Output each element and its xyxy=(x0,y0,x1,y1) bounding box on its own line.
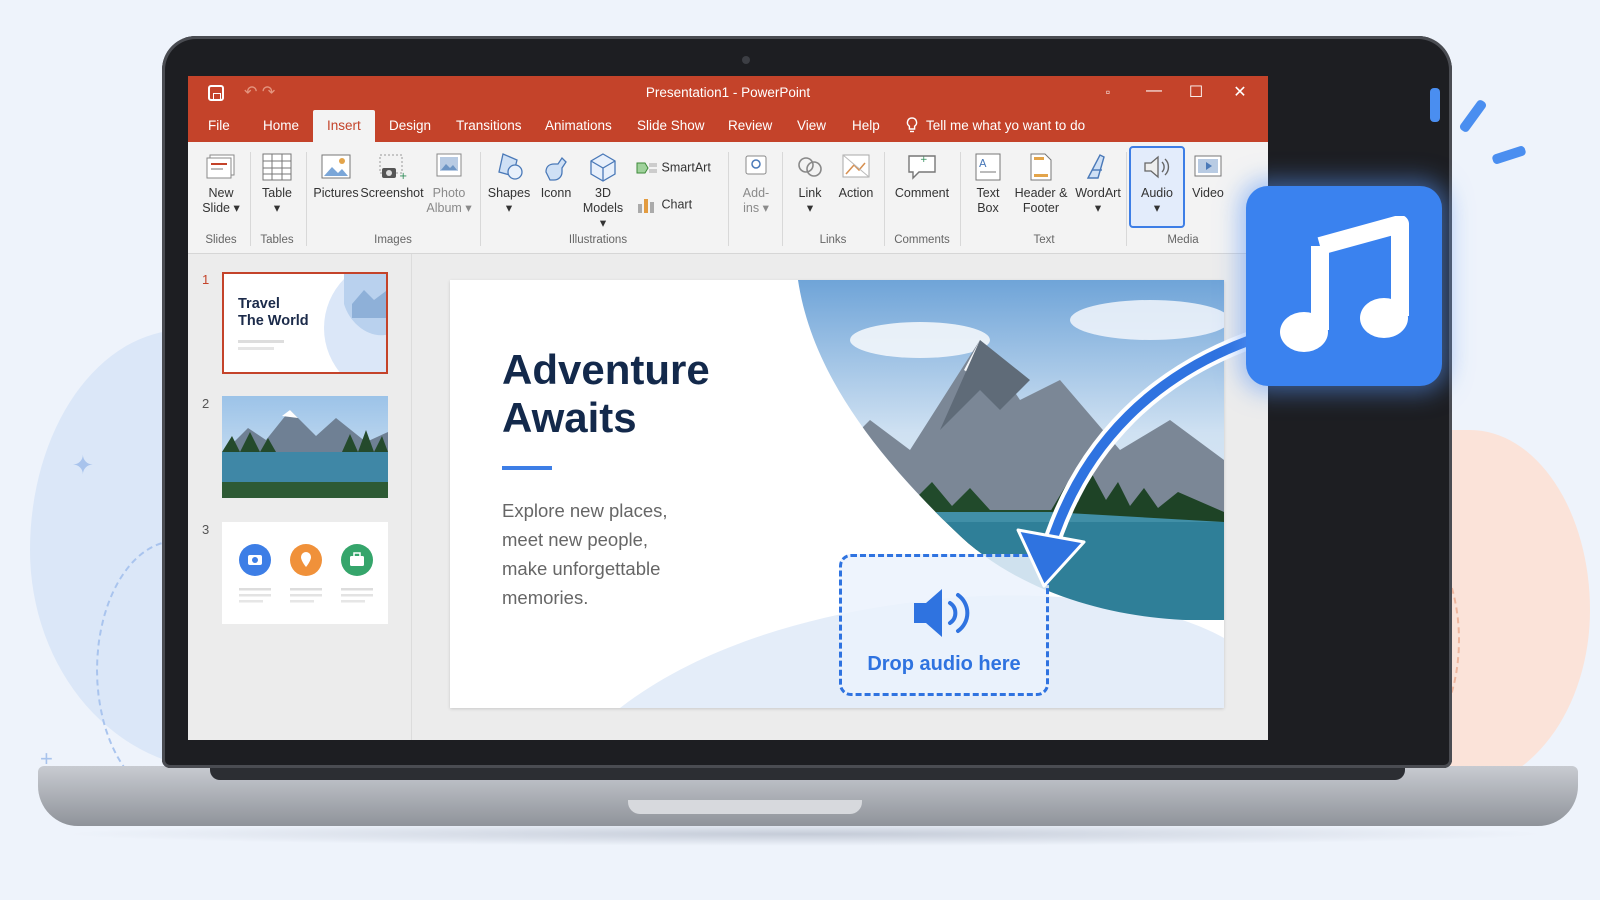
music-file-tile[interactable] xyxy=(1246,186,1442,386)
music-note-icon xyxy=(1280,216,1409,352)
drag-arrow xyxy=(1016,327,1271,588)
burst-line xyxy=(1430,88,1440,122)
